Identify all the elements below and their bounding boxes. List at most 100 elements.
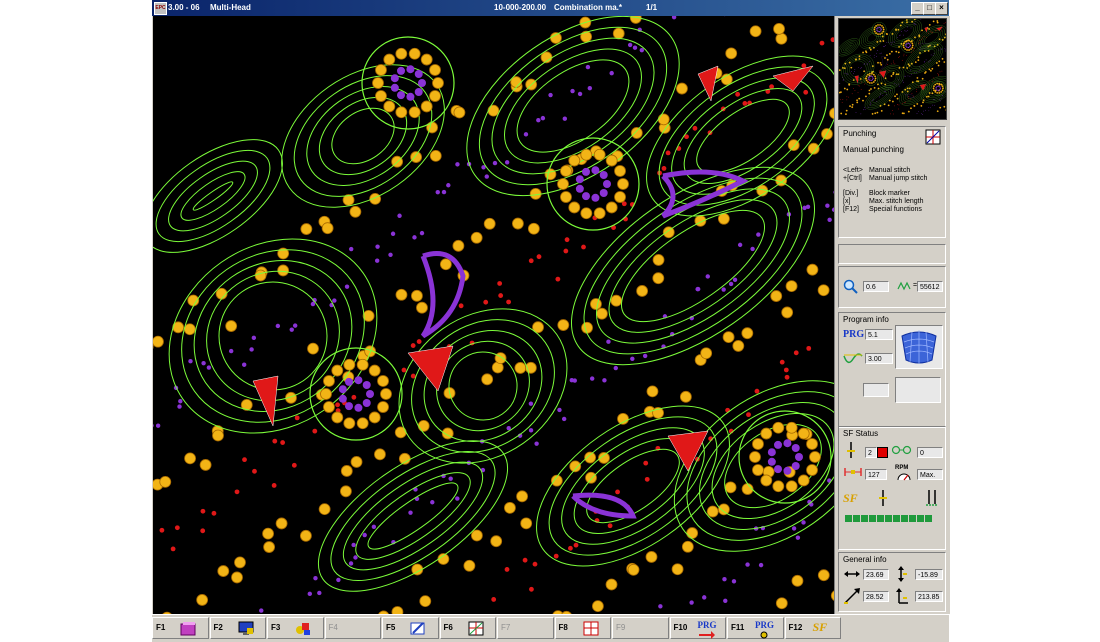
fkey-icon-text: PRG — [755, 620, 774, 630]
stitch-dot — [886, 42, 887, 43]
magnifier-icon[interactable] — [843, 279, 859, 295]
stitch-dot — [771, 291, 782, 302]
sf-badge-icon[interactable]: SF — [843, 491, 858, 506]
fkey-f3[interactable]: F3 — [267, 617, 324, 639]
fkey-f10[interactable]: F10PRG — [670, 617, 727, 639]
stitch-dot — [336, 578, 340, 582]
stitch-dot — [537, 254, 542, 259]
rosette-dot — [406, 93, 414, 101]
rosette-dot — [874, 27, 876, 29]
rosette-dot — [323, 375, 334, 386]
stitch-dot — [929, 24, 931, 26]
stitch-dot — [915, 24, 916, 25]
stitch-dot — [411, 343, 416, 348]
rosette-dot — [773, 422, 784, 433]
stitch-dot — [276, 324, 280, 328]
fkey-f1[interactable]: F1 — [152, 617, 209, 639]
rosette-dot — [869, 82, 871, 84]
stitch-dot — [945, 48, 946, 49]
rosette-dot — [378, 402, 389, 413]
stitch-dot — [941, 49, 942, 50]
rosette-dot — [877, 31, 878, 32]
embroidery-canvas[interactable] — [153, 16, 834, 614]
stitch-dot — [645, 477, 650, 482]
stitch-dot — [883, 40, 885, 42]
rosette-dot — [873, 81, 875, 83]
fkey-f6[interactable]: F6 — [440, 617, 497, 639]
close-button[interactable]: × — [935, 2, 948, 15]
stitch-dot — [924, 62, 925, 63]
stitch-dot — [504, 502, 515, 513]
stitch-dot — [647, 386, 658, 397]
stitch-dot — [917, 113, 918, 114]
stitch-dot — [943, 61, 945, 63]
stitch-dot — [801, 63, 806, 68]
fkey-f2[interactable]: F2 — [210, 617, 267, 639]
rosette-dot — [906, 49, 908, 51]
stitch-dot — [672, 564, 683, 575]
rosette-dot — [369, 412, 380, 423]
outline-stitch — [905, 85, 923, 101]
rosette-dot — [415, 70, 423, 78]
sf-status-title: SF Status — [843, 429, 878, 438]
stitch-dot — [264, 542, 275, 553]
needle-color-swatch[interactable] — [877, 447, 888, 458]
stitch-dot — [933, 55, 934, 56]
rosette-dot — [384, 101, 395, 112]
rosette-dot — [606, 202, 617, 213]
stitch-dot — [482, 374, 493, 385]
stitch-dot — [442, 190, 446, 194]
fkey-f8[interactable]: F8 — [555, 617, 612, 639]
stitch-dot — [541, 116, 545, 120]
outline-stitch — [894, 23, 917, 43]
stitch-dot — [776, 33, 787, 44]
title-bar[interactable]: EPC 3.00 - 06 Multi-Head 10-000-200.00 C… — [152, 0, 949, 16]
needle-thread-icon[interactable] — [923, 489, 941, 507]
rosette-dot — [433, 78, 444, 89]
stitch-dot — [517, 491, 528, 502]
stitch-dot — [878, 74, 879, 75]
stitch-dot — [876, 56, 877, 57]
rosette-dot — [936, 83, 938, 85]
sf-progress-segment — [845, 515, 852, 522]
stitch-dot — [153, 423, 154, 427]
outline-stitch — [923, 30, 941, 46]
stitch-dot — [372, 525, 376, 529]
sf-progress-segment — [853, 515, 860, 522]
stitch-dot — [858, 98, 860, 100]
fkey-f12[interactable]: F12SF — [785, 617, 842, 639]
rosette-dot — [430, 91, 441, 102]
stitch-dot — [908, 63, 910, 65]
red-fill-shape — [698, 66, 718, 101]
stitch-dot — [570, 461, 581, 472]
hoop-preview-button[interactable] — [895, 325, 943, 369]
stitch-dot — [938, 74, 939, 75]
fkey-f11[interactable]: F11PRG — [727, 617, 784, 639]
stitch-dot — [411, 152, 422, 163]
stitch-dot — [786, 281, 797, 292]
fkey-f5[interactable]: F5 — [382, 617, 439, 639]
stitch-dot — [229, 349, 233, 353]
rosette-dot — [875, 32, 877, 34]
stitch-dot — [903, 112, 905, 114]
stitch-dot — [930, 31, 931, 32]
stitch-dot — [914, 72, 915, 73]
rosette-dot — [942, 87, 944, 89]
stitch-dot — [827, 218, 831, 222]
diagonal-arrow-icon — [843, 587, 861, 605]
stitch-dot — [883, 95, 884, 96]
stitch-dot — [942, 71, 943, 72]
stitch-dot — [242, 363, 246, 367]
rosette-dot — [911, 47, 913, 49]
needle-down-icon[interactable] — [877, 489, 889, 507]
stitch-dot — [904, 102, 905, 103]
rosette-dot — [905, 44, 906, 45]
punching-icon[interactable] — [925, 129, 941, 145]
stitch-dot — [945, 109, 946, 111]
stitch-dot — [852, 93, 853, 94]
stitch-dot — [929, 69, 931, 71]
design-thumbnail[interactable] — [838, 18, 947, 120]
stitch-dot — [308, 343, 319, 354]
purple-satin-stitch — [905, 94, 914, 97]
sf-progress-bar — [845, 515, 941, 523]
